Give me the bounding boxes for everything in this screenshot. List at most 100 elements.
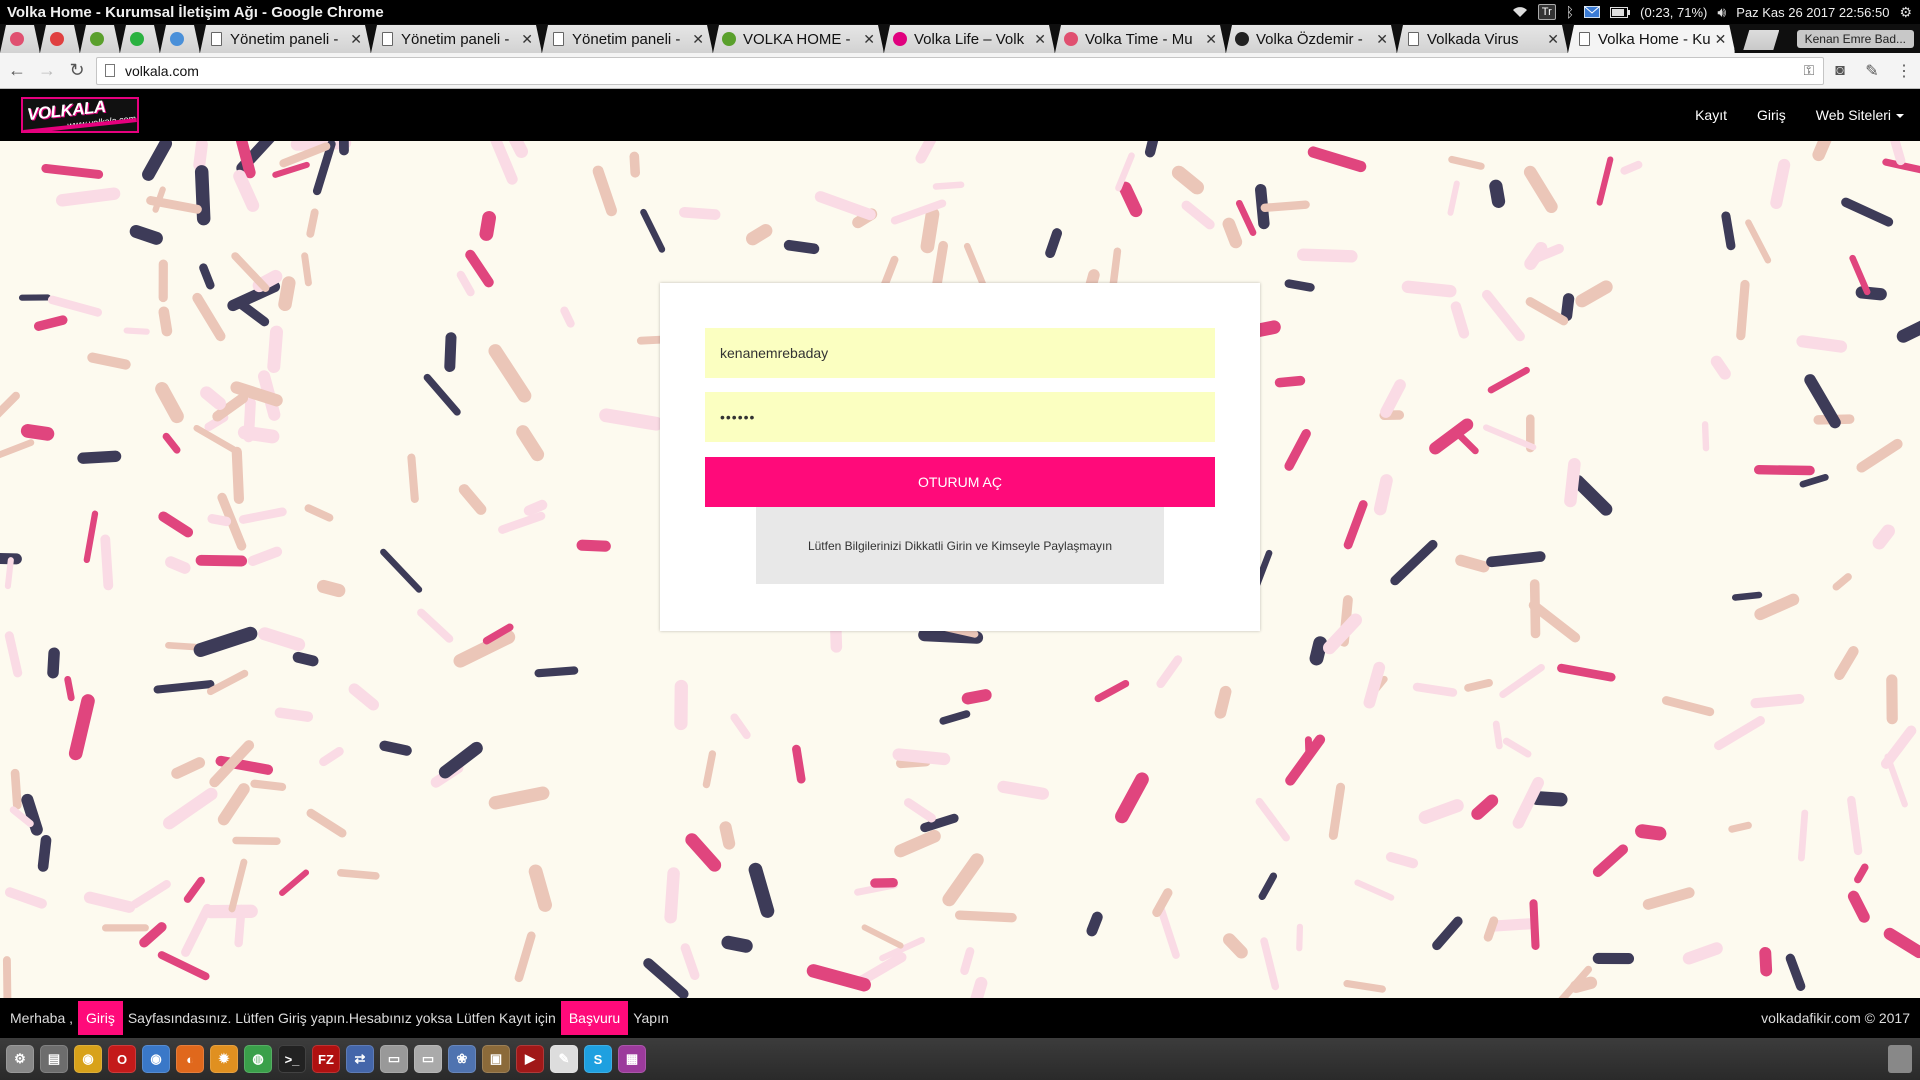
chrome-icon[interactable]: ◉	[74, 1045, 102, 1073]
close-tab-icon[interactable]: ✕	[692, 31, 704, 48]
nav-link-kayit[interactable]: Kayıt	[1695, 107, 1727, 123]
disk-icon[interactable]: ▭	[414, 1045, 442, 1073]
tab-11[interactable]: Volka Özdemir - ✕	[1226, 25, 1397, 53]
chromium-icon[interactable]: ◉	[142, 1045, 170, 1073]
tab-title: Volka Time - Mu	[1085, 30, 1193, 48]
drive-icon[interactable]: ▭	[380, 1045, 408, 1073]
login-button[interactable]: OTURUM AÇ	[705, 457, 1215, 507]
tab-2[interactable]	[80, 25, 120, 53]
page-icon	[379, 31, 395, 47]
chat-icon[interactable]: ◍	[244, 1045, 272, 1073]
password-field[interactable]	[705, 392, 1215, 442]
sprinkle	[47, 295, 102, 317]
system-tray: Tr ᛒ (0:23, 71%) 🔊︎ Paz Kas 26 2017 22:5…	[1512, 4, 1920, 21]
settings-gear-icon[interactable]: ⚙	[1899, 4, 1912, 21]
sprinkle	[1489, 179, 1506, 208]
footer-basvuru-link[interactable]: Başvuru	[560, 1001, 629, 1035]
sprinkle	[576, 539, 611, 552]
address-bar[interactable]: volkala.com ⚿	[96, 56, 1824, 85]
sprinkle	[100, 534, 114, 591]
sprinkle	[232, 836, 281, 846]
close-tab-icon[interactable]: ✕	[863, 31, 875, 48]
footer-message: Merhaba , Giriş Sayfasındasınız. Lütfen …	[0, 998, 669, 1038]
eyedropper-icon[interactable]: ✎	[1856, 61, 1888, 81]
file-manager-icon[interactable]: ▤	[40, 1045, 68, 1073]
trash-icon[interactable]	[1888, 1045, 1912, 1073]
sprinkle	[267, 325, 283, 373]
close-tab-icon[interactable]: ✕	[1547, 31, 1559, 48]
network-icon[interactable]: ⇄	[346, 1045, 374, 1073]
site-logo[interactable]: VOLKALA www.volkala.com	[21, 97, 139, 133]
mail-icon[interactable]	[1584, 6, 1601, 18]
clock[interactable]: Paz Kas 26 2017 22:56:50	[1736, 5, 1889, 20]
window-icon[interactable]: ▦	[618, 1045, 646, 1073]
tab-7[interactable]: Yönetim paneli - ✕	[542, 25, 713, 53]
camera-icon[interactable]: ◙	[1824, 62, 1856, 80]
close-tab-icon[interactable]: ✕	[1715, 31, 1727, 48]
sprinkle	[1592, 844, 1629, 877]
tab-8[interactable]: VOLKA HOME - ✕	[713, 25, 884, 53]
address-url[interactable]: volkala.com	[125, 63, 1795, 79]
gear-icon[interactable]: ✹	[210, 1045, 238, 1073]
footer-giris-link[interactable]: Giriş	[78, 1001, 123, 1035]
sprinkle	[1328, 782, 1346, 840]
sprinkle	[490, 141, 518, 185]
page-icon	[1405, 31, 1421, 47]
wifi-icon[interactable]	[1512, 6, 1528, 18]
back-button[interactable]: ←	[4, 58, 30, 84]
username-field[interactable]	[705, 328, 1215, 378]
sprinkle	[629, 151, 641, 178]
profile-button[interactable]: Kenan Emre Bad...	[1796, 30, 1914, 48]
tab-5[interactable]: Yönetim paneli - ✕	[200, 25, 371, 53]
firefox-icon[interactable]: ◐	[176, 1045, 204, 1073]
filezilla-icon[interactable]: FZ	[312, 1045, 340, 1073]
skype-icon[interactable]: S	[584, 1045, 612, 1073]
page-info-icon[interactable]	[105, 64, 115, 77]
battery-icon[interactable]	[1610, 6, 1631, 18]
sprinkle	[1492, 720, 1503, 750]
sprinkle	[1401, 280, 1457, 298]
sprinkle	[181, 903, 212, 957]
sprinkle	[1798, 809, 1809, 862]
bluetooth-icon[interactable]: ᛒ	[1566, 4, 1574, 20]
sprinkle	[1487, 366, 1530, 394]
tab-6[interactable]: Yönetim paneli - ✕	[371, 25, 542, 53]
tab-12[interactable]: Volkada Virus ✕	[1397, 25, 1568, 53]
media-icon[interactable]: ▣	[482, 1045, 510, 1073]
close-tab-icon[interactable]: ✕	[1034, 31, 1046, 48]
tab-4[interactable]	[160, 25, 200, 53]
gimp-icon[interactable]: ❀	[448, 1045, 476, 1073]
text-editor-icon[interactable]: ✎	[550, 1045, 578, 1073]
sprinkle	[465, 249, 494, 288]
sprinkle	[1856, 438, 1903, 473]
sprinkle	[301, 252, 312, 287]
sprinkle	[1222, 217, 1243, 249]
menu-dots-icon[interactable]: ⋮	[1888, 61, 1920, 81]
sprinkle	[721, 935, 753, 953]
opera-icon[interactable]: O	[108, 1045, 136, 1073]
close-tab-icon[interactable]: ✕	[1376, 31, 1388, 48]
tab-0[interactable]	[0, 25, 40, 53]
system-settings-icon[interactable]: ⚙	[6, 1045, 34, 1073]
close-tab-icon[interactable]: ✕	[350, 31, 362, 48]
key-icon[interactable]: ⚿	[1795, 62, 1823, 79]
tab-10[interactable]: Volka Time - Mu ✕	[1055, 25, 1226, 53]
new-tab-button[interactable]	[1743, 30, 1779, 50]
reload-button[interactable]: ↻	[64, 58, 90, 84]
tab-9[interactable]: Volka Life – Volk ✕	[884, 25, 1055, 53]
close-tab-icon[interactable]: ✕	[521, 31, 533, 48]
forward-button[interactable]: →	[34, 58, 60, 84]
keyboard-layout-indicator[interactable]: Tr	[1537, 4, 1556, 20]
nav-link-giris[interactable]: Giriş	[1757, 107, 1786, 123]
sprinkle	[479, 211, 497, 241]
tab-1[interactable]	[40, 25, 80, 53]
terminal-icon[interactable]: >_	[278, 1045, 306, 1073]
close-tab-icon[interactable]: ✕	[1205, 31, 1217, 48]
sprinkle	[380, 548, 423, 593]
sprinkle	[806, 964, 871, 992]
video-icon[interactable]: ▶	[516, 1045, 544, 1073]
volume-icon[interactable]: 🔊︎	[1717, 4, 1726, 21]
tab-3[interactable]	[120, 25, 160, 53]
web-siteleri-dropdown[interactable]: Web Siteleri	[1816, 107, 1904, 123]
tab-13[interactable]: Volka Home - Ku ✕	[1568, 25, 1735, 53]
